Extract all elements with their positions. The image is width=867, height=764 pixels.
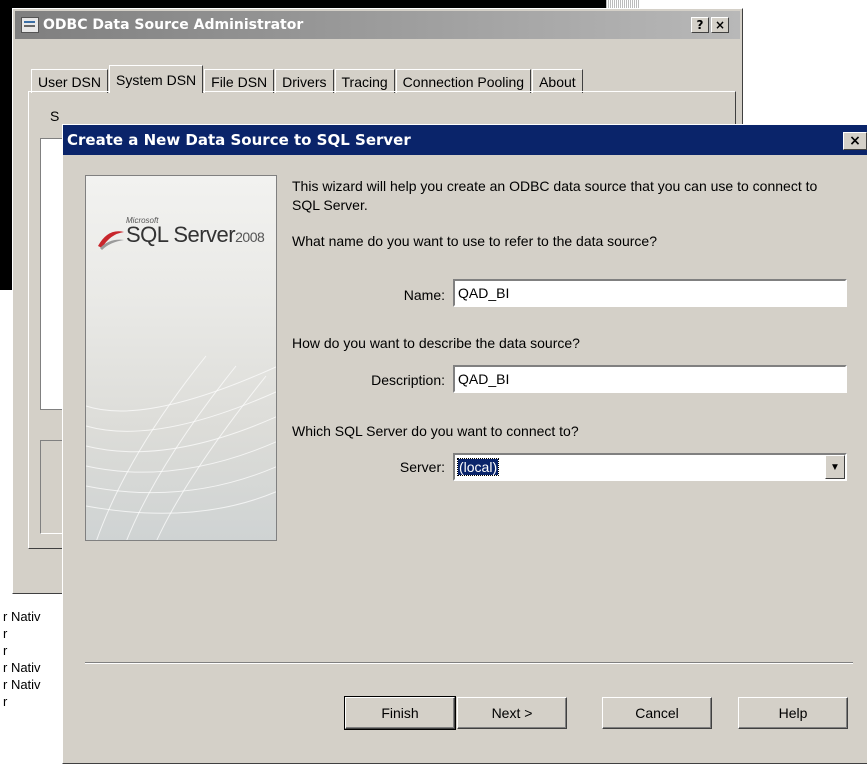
wizard-title-bar[interactable]: Create a New Data Source to SQL Server — [63, 125, 867, 155]
system-dsn-list[interactable] — [40, 138, 63, 410]
name-question: What name do you want to use to refer to… — [292, 233, 657, 249]
cancel-button[interactable]: Cancel — [602, 697, 712, 729]
chevron-down-icon[interactable]: ▼ — [825, 455, 845, 479]
odbc-close-button[interactable]: × — [711, 17, 729, 33]
name-input[interactable] — [458, 281, 845, 305]
description-question: How do you want to describe the data sou… — [292, 335, 580, 351]
tab-user-dsn[interactable]: User DSN — [31, 69, 109, 93]
wizard-intro-text: This wizard will help you create an ODBC… — [292, 178, 818, 213]
system-data-sources-label: S — [50, 108, 60, 124]
description-input[interactable] — [458, 367, 845, 391]
logo-version: 2008 — [235, 229, 265, 245]
background-dotted-edge — [606, 0, 640, 8]
background-driver-list: r Nativ r r r Nativ r Nativ r — [0, 608, 62, 738]
next-button[interactable]: Next > — [457, 697, 567, 729]
tab-connection-pooling[interactable]: Connection Pooling — [395, 69, 532, 93]
odbc-tab-strip: User DSN System DSN File DSN Drivers Tra… — [31, 65, 584, 93]
background-window-edge — [0, 0, 12, 290]
server-combobox[interactable]: (local) ▼ — [453, 453, 847, 481]
logo-product-name: SQL Server — [126, 222, 236, 247]
list-item: r — [3, 643, 8, 658]
description-field[interactable] — [453, 365, 847, 393]
system-dsn-info-frame — [40, 440, 63, 534]
create-data-source-dialog: Create a New Data Source to SQL Server ×… — [62, 124, 867, 764]
tab-system-dsn[interactable]: System DSN — [109, 65, 204, 93]
logo-product: SQL Server2008 — [126, 222, 265, 248]
sql-server-logo-icon — [98, 231, 124, 250]
list-item: r Nativ — [3, 609, 41, 624]
wizard-close-button[interactable]: × — [843, 132, 867, 150]
wizard-title: Create a New Data Source to SQL Server — [67, 131, 411, 149]
tab-about[interactable]: About — [532, 69, 583, 93]
name-field[interactable] — [453, 279, 847, 307]
server-label: Server: — [399, 459, 445, 475]
name-label: Name: — [403, 287, 445, 303]
server-question: Which SQL Server do you want to connect … — [292, 423, 579, 439]
tab-file-dsn[interactable]: File DSN — [204, 69, 275, 93]
help-button-wizard[interactable]: Help — [738, 697, 848, 729]
background-window-top — [12, 0, 608, 8]
list-item: r — [3, 626, 8, 641]
help-button[interactable]: ? — [691, 17, 709, 33]
tab-drivers[interactable]: Drivers — [275, 69, 334, 93]
odbc-title-bar[interactable]: ODBC Data Source Administrator ? × — [15, 11, 740, 39]
server-selected-value: (local) — [456, 458, 500, 476]
list-item: r — [3, 694, 8, 709]
sql-server-logo: Microsoft SQL Server2008 — [96, 216, 276, 266]
tab-tracing[interactable]: Tracing — [334, 69, 395, 93]
list-item: r Nativ — [3, 677, 41, 692]
finish-button[interactable]: Finish — [344, 696, 456, 730]
odbc-app-icon — [21, 17, 39, 33]
odbc-window-title: ODBC Data Source Administrator — [43, 17, 304, 33]
description-label: Description: — [371, 372, 445, 388]
wizard-separator — [85, 662, 853, 664]
list-item: r Nativ — [3, 660, 41, 675]
sql-server-banner-image: Microsoft SQL Server2008 — [85, 175, 277, 541]
